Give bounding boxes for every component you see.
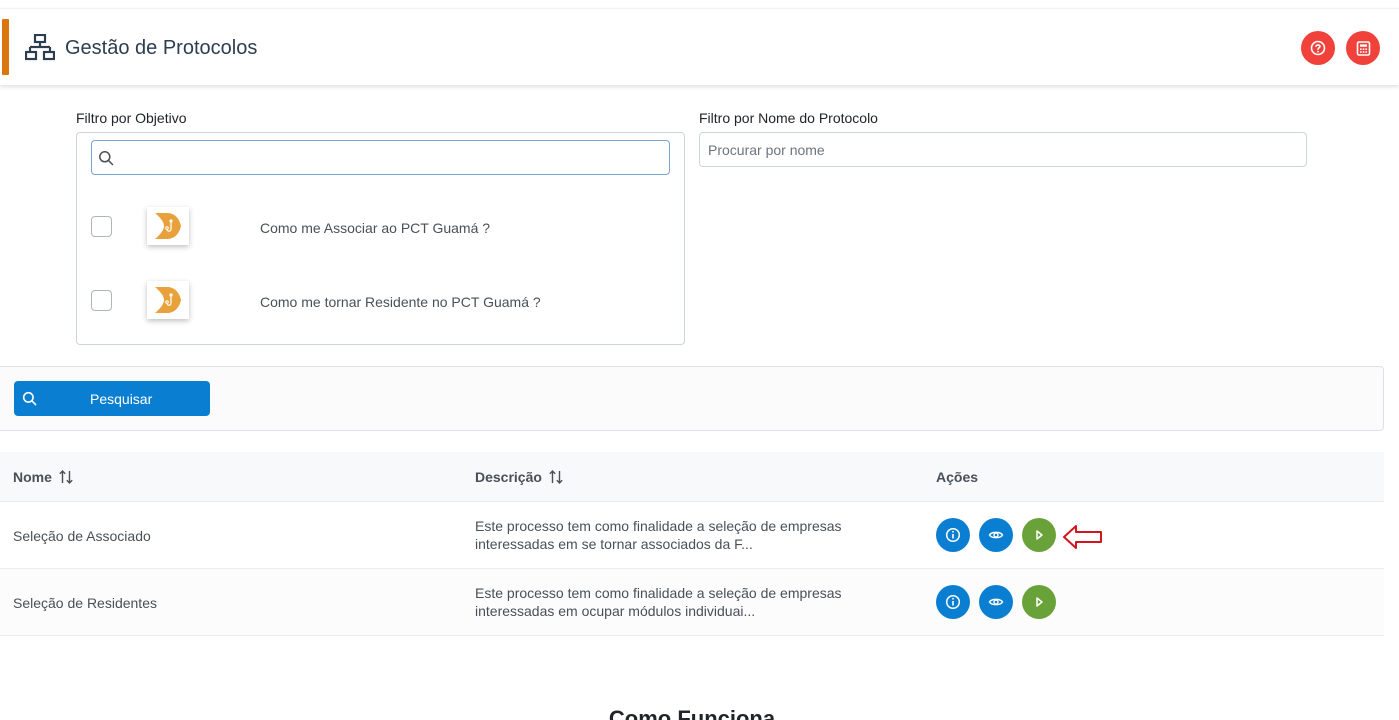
objective-filter-label: Filtro por Objetivo (76, 110, 187, 126)
sort-icon (59, 469, 73, 485)
table-row: Seleção de Associado Este processo tem c… (0, 502, 1384, 569)
start-button[interactable] (1022, 518, 1056, 552)
view-button[interactable] (979, 585, 1013, 619)
table-header: Nome Descrição Ações (0, 452, 1384, 502)
sort-icon (549, 469, 563, 485)
objective-checkbox[interactable] (91, 216, 112, 237)
objective-label: Como me Associar ao PCT Guamá ? (260, 220, 491, 236)
search-button[interactable]: Pesquisar (14, 381, 210, 416)
objective-item[interactable]: Como me Associar ao PCT Guamá ? (77, 197, 684, 257)
name-search-input[interactable] (699, 132, 1307, 167)
objective-label: Como me tornar Residente no PCT Guamá ? (260, 294, 541, 310)
start-button[interactable] (1022, 585, 1056, 619)
help-button[interactable] (1301, 31, 1335, 65)
play-icon (1036, 597, 1043, 607)
page-title: Gestão de Protocolos (65, 37, 258, 59)
calculator-icon (1356, 40, 1370, 56)
objective-search-field[interactable] (91, 140, 670, 175)
sitemap-icon (25, 34, 55, 61)
pct-guama-logo (147, 207, 189, 245)
info-button[interactable] (936, 518, 970, 552)
section-title: Como Funciona (608, 706, 776, 720)
objective-search-input[interactable] (120, 141, 665, 174)
column-header-name[interactable]: Nome (13, 469, 74, 485)
protocol-description: Este processo tem como finalidade a sele… (475, 585, 842, 619)
info-button[interactable] (936, 585, 970, 619)
pct-guama-logo (147, 281, 189, 319)
search-button-label: Pesquisar (90, 391, 153, 407)
search-icon (22, 391, 37, 406)
name-filter-label: Filtro por Nome do Protocolo (699, 110, 878, 126)
objective-item[interactable]: Como me tornar Residente no PCT Guamá ? (77, 270, 684, 330)
protocol-description: Este processo tem como finalidade a sele… (475, 518, 842, 552)
pct-guama-logo-icon (155, 287, 181, 313)
search-icon (99, 151, 114, 166)
accent-bar (2, 19, 9, 75)
info-icon (945, 527, 961, 543)
view-button[interactable] (979, 518, 1013, 552)
info-icon (945, 594, 961, 610)
objective-checkbox[interactable] (91, 290, 112, 311)
top-bar: Gestão de Protocolos (0, 8, 1399, 85)
column-header-actions: Ações (936, 469, 979, 485)
pct-guama-logo-icon (155, 213, 181, 239)
column-header-description[interactable]: Descrição (475, 469, 564, 485)
play-icon (1036, 530, 1043, 540)
protocol-name: Seleção de Associado (13, 528, 151, 544)
question-circle-icon (1310, 40, 1326, 56)
protocol-name: Seleção de Residentes (13, 595, 157, 611)
eye-icon (988, 531, 1004, 539)
table-row: Seleção de Residentes Este processo tem … (0, 569, 1384, 636)
eye-icon (988, 598, 1004, 606)
calculator-button[interactable] (1346, 31, 1380, 65)
annotation-arrow-icon (1063, 525, 1102, 549)
